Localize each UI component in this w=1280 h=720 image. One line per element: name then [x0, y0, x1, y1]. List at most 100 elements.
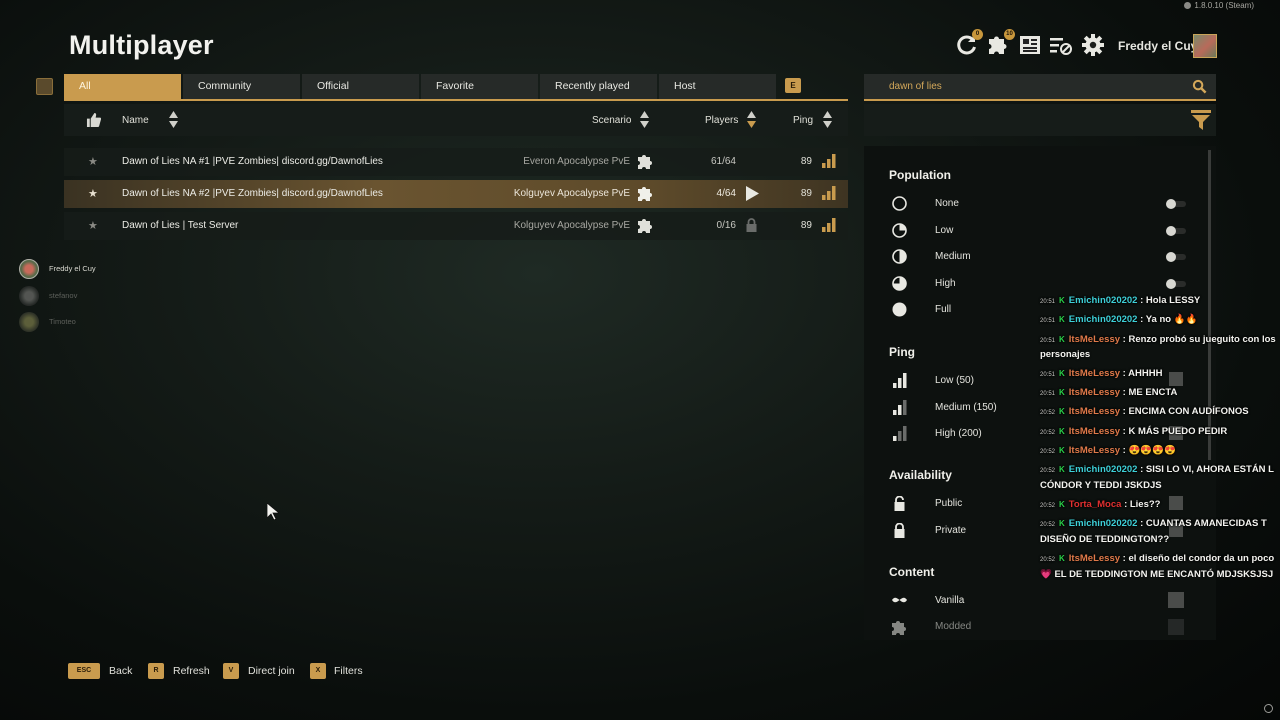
key-esc[interactable]: ESC: [68, 663, 100, 679]
chat-message: 20:51 K ItsMeLessy : ME ENCTA: [1040, 387, 1178, 398]
server-ping: 89: [800, 188, 812, 199]
sort-ping-icon[interactable]: [823, 111, 832, 128]
option-label: High (200): [935, 428, 982, 439]
sort-name-icon[interactable]: [169, 111, 178, 128]
key-r[interactable]: R: [148, 663, 164, 679]
option-label: Full: [935, 304, 952, 315]
mods-badge: 10: [1004, 29, 1015, 40]
column-scenario[interactable]: Scenario: [592, 115, 631, 126]
column-players[interactable]: Players: [705, 115, 738, 126]
option-label: High: [935, 278, 956, 289]
modded-checkbox[interactable]: [1168, 619, 1184, 635]
server-name: Dawn of Lies NA #1 |PVE Zombies| discord…: [122, 156, 383, 167]
overlay-icon: [1264, 704, 1273, 713]
option-label: None: [935, 198, 959, 209]
chat-message-cont: personajes: [1040, 349, 1091, 360]
tab-community[interactable]: Community: [183, 74, 300, 99]
avatar: [19, 312, 39, 332]
server-ping: 89: [800, 156, 812, 167]
username[interactable]: Freddy el Cuy: [1118, 39, 1197, 53]
ping-bars-icon: [822, 218, 836, 232]
friend-name: Timoteo: [49, 317, 76, 326]
population-none-toggle[interactable]: [1164, 198, 1188, 210]
info-icon: [1184, 2, 1192, 10]
settings-gear-icon[interactable]: [1081, 33, 1105, 57]
unlocked-icon: [894, 496, 905, 511]
refresh-button[interactable]: Refresh: [173, 665, 210, 677]
server-name: Dawn of Lies NA #2 |PVE Zombies| discord…: [122, 188, 383, 199]
section-ping: Ping: [889, 345, 915, 359]
lock-icon: [746, 218, 757, 232]
favorite-star-icon[interactable]: ★: [88, 155, 99, 168]
ping-low-checkbox[interactable]: [1169, 372, 1183, 386]
tab-favorite[interactable]: Favorite: [421, 74, 538, 99]
server-players: 4/64: [716, 188, 736, 199]
next-tab-key[interactable]: E: [785, 78, 801, 93]
modded-puzzle-icon: [638, 187, 652, 201]
population-low-toggle[interactable]: [1164, 225, 1188, 237]
refresh-icon[interactable]: 0: [954, 29, 983, 57]
option-label: Medium: [935, 251, 971, 262]
option-label: Vanilla: [935, 595, 965, 606]
population-low-icon: [892, 223, 907, 238]
page-title: Multiplayer: [69, 30, 214, 60]
direct-join-button[interactable]: Direct join: [248, 665, 295, 677]
refresh-badge: 0: [972, 29, 983, 40]
user-avatar[interactable]: [1193, 34, 1217, 58]
column-name[interactable]: Name: [122, 115, 149, 126]
tab-underline: [64, 99, 848, 101]
version-label: 1.8.0.10 (Steam): [1184, 1, 1254, 10]
news-icon[interactable]: [1018, 33, 1042, 57]
mods-puzzle-icon[interactable]: 10: [986, 29, 1015, 57]
chat-message: 20:52 K ItsMeLessy : K MÁS PUEDO PEDIR: [1040, 426, 1228, 437]
sort-players-icon[interactable]: [747, 111, 756, 128]
population-full-icon: [892, 302, 907, 317]
server-scenario: Everon Apocalypse PvE: [523, 156, 630, 167]
favorite-star-icon[interactable]: ★: [88, 219, 99, 232]
search-icon[interactable]: [1192, 79, 1207, 94]
sort-scenario-icon[interactable]: [640, 111, 649, 128]
chat-message: 20:52 K Emichin020202 : SISI LO VI, AHORA …: [1040, 464, 1274, 475]
tab-official[interactable]: Official: [302, 74, 419, 99]
back-button[interactable]: Back: [109, 665, 132, 677]
filter-header: [864, 104, 1216, 136]
filters-button[interactable]: Filters: [334, 665, 363, 677]
filter-funnel-icon[interactable]: [1191, 110, 1211, 130]
population-medium-toggle[interactable]: [1164, 251, 1188, 263]
population-high-toggle[interactable]: [1164, 278, 1188, 290]
blocklist-icon[interactable]: [1049, 33, 1073, 57]
favorite-star-icon[interactable]: ★: [88, 187, 99, 200]
section-content: Content: [889, 565, 935, 579]
avatar: [19, 259, 39, 279]
population-high-icon: [892, 276, 907, 291]
key-x[interactable]: X: [310, 663, 326, 679]
chat-message-cont: CÓNDOR Y TEDDI JSKDJS: [1040, 480, 1162, 491]
search-value[interactable]: dawn of lies: [889, 81, 942, 92]
server-players: 61/64: [710, 156, 736, 167]
tab-all[interactable]: All: [64, 74, 181, 99]
tab-host[interactable]: Host: [659, 74, 776, 99]
chat-message: 20:51 K Emichin020202 : Ya no 🔥🔥: [1040, 314, 1198, 325]
filter-toggle-square[interactable]: [36, 78, 53, 95]
ping-medium-icon: [893, 400, 907, 415]
friend-name: Freddy el Cuy: [49, 264, 96, 273]
search-underline: [864, 99, 1216, 101]
play-join-icon[interactable]: [745, 186, 759, 201]
population-medium-icon: [892, 249, 907, 264]
section-population: Population: [889, 168, 951, 182]
key-v[interactable]: V: [223, 663, 239, 679]
chat-message: 20:52 K Emichin020202 : CUANTAS AMANECIDAS…: [1040, 518, 1267, 529]
vanilla-checkbox[interactable]: [1168, 592, 1184, 608]
option-label: Public: [935, 498, 963, 509]
option-label: Low: [935, 225, 954, 236]
tab-recently-played[interactable]: Recently played: [540, 74, 657, 99]
server-scenario: Kolguyev Apocalypse PvE: [513, 188, 630, 199]
avatar: [19, 286, 39, 306]
public-checkbox[interactable]: [1169, 496, 1183, 510]
mouse-cursor-icon: [267, 503, 279, 520]
chat-message-cont: DISEÑO DE TEDDINGTON??: [1040, 534, 1170, 545]
server-name: Dawn of Lies | Test Server: [122, 220, 239, 231]
column-ping[interactable]: Ping: [793, 115, 813, 126]
server-scenario: Kolguyev Apocalypse PvE: [513, 220, 630, 231]
thumbs-up-icon[interactable]: [86, 113, 101, 127]
